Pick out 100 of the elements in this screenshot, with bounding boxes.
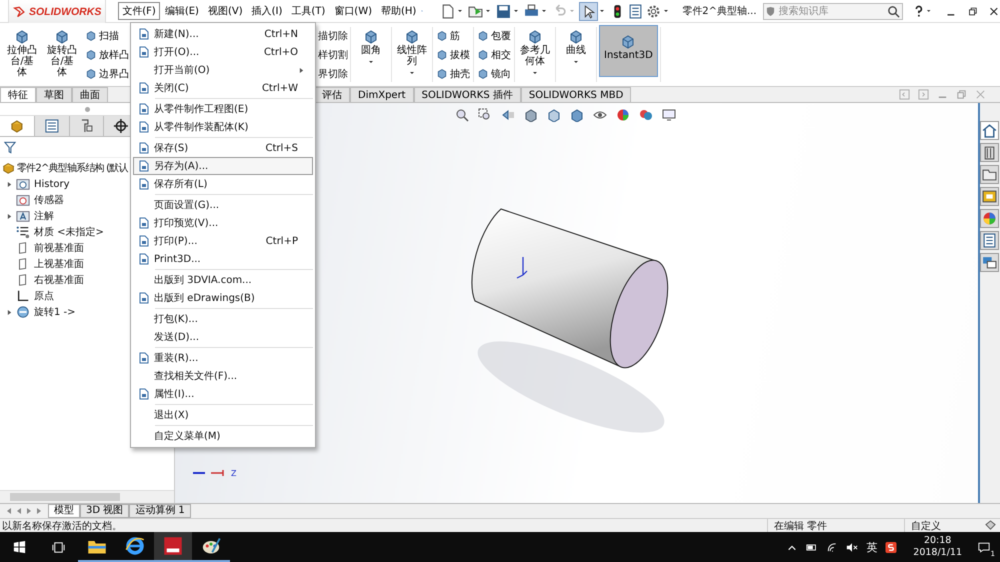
display-style-icon[interactable] — [570, 108, 584, 122]
search-field[interactable]: 搜索知识库 — [762, 2, 903, 20]
view-tab[interactable]: 模型 — [48, 504, 80, 518]
clock[interactable]: 20:18 2018/1/11 — [913, 535, 962, 559]
color-ball-icon[interactable] — [616, 108, 630, 122]
solidworks-logo[interactable]: SOLIDWORKS — [8, 0, 106, 24]
property-list-icon[interactable] — [34, 116, 70, 136]
command-tab[interactable]: 草图 — [36, 87, 72, 102]
caret-icon[interactable] — [409, 70, 415, 76]
scene-icon[interactable] — [639, 108, 653, 122]
ribbon-label[interactable]: 界切除 — [318, 66, 348, 80]
expand-arrow-icon[interactable] — [6, 308, 12, 316]
caret-icon[interactable] — [663, 8, 670, 14]
caret-icon[interactable] — [599, 8, 606, 14]
menu-item[interactable]: 打开当前(O) — [133, 61, 313, 79]
ribbon-button[interactable]: 旋转凸台/基体 — [44, 25, 80, 79]
view-cube-icon[interactable] — [547, 108, 561, 122]
notification-icon[interactable] — [978, 542, 990, 552]
app-tile-icon[interactable] — [163, 536, 183, 556]
splitter-handle[interactable] — [84, 106, 90, 112]
command-tab[interactable]: 特征 — [0, 87, 36, 102]
tree-item[interactable]: 材质 <未指定> — [34, 225, 104, 239]
menu-item[interactable]: 帮助(H) — [377, 2, 420, 20]
tree-item[interactable]: 前视基准面 — [34, 241, 84, 255]
palette-icon[interactable] — [980, 187, 999, 206]
ribbon-button[interactable]: 筋 — [435, 28, 471, 42]
ribbon-button[interactable]: 镜向 — [476, 66, 512, 80]
caret-icon[interactable] — [485, 8, 492, 14]
settings-icon[interactable] — [645, 2, 662, 20]
menu-item[interactable]: 编辑(E) — [160, 2, 203, 20]
ribbon-label[interactable]: 样切割 — [318, 48, 348, 62]
help-icon[interactable] — [912, 4, 924, 18]
menu-item[interactable]: 插入(I) — [248, 2, 286, 20]
folder-icon[interactable] — [980, 165, 999, 184]
menu-item[interactable]: 视图(V) — [204, 2, 247, 20]
ribbon-button[interactable]: 拉伸凸台/基体 — [4, 25, 40, 79]
filter-icon[interactable] — [4, 140, 16, 154]
caret-icon[interactable] — [926, 8, 932, 14]
ribbon-button[interactable]: 边界凸 — [84, 66, 130, 80]
command-tab[interactable]: 曲面 — [72, 87, 108, 102]
search-icon[interactable] — [886, 4, 900, 18]
ribbon-button[interactable]: Instant3D — [599, 25, 658, 77]
custom-properties-icon[interactable] — [980, 231, 999, 250]
command-tab[interactable]: SOLIDWORKS 插件 — [414, 87, 521, 102]
caret-icon[interactable] — [573, 59, 579, 65]
chat-icon[interactable] — [980, 253, 999, 272]
pointer-icon[interactable] — [579, 2, 598, 20]
command-tab[interactable]: DimXpert — [350, 87, 414, 102]
expand-arrow-icon[interactable] — [6, 180, 12, 188]
browser-e-icon[interactable] — [125, 536, 145, 556]
volume-muted-icon[interactable] — [846, 542, 858, 552]
home-icon[interactable] — [980, 121, 999, 140]
menu-item[interactable]: 新建(N)... Ctrl+N — [133, 25, 313, 43]
command-tab[interactable]: SOLIDWORKS MBD — [520, 87, 632, 102]
previous-view-icon[interactable] — [501, 108, 515, 122]
ribbon-label[interactable]: 描切除 — [318, 28, 348, 42]
ribbon-button[interactable]: 包覆 — [476, 28, 512, 42]
tree-item[interactable]: History — [34, 178, 70, 190]
monitor-icon[interactable] — [662, 108, 676, 122]
battery-icon[interactable] — [806, 542, 818, 552]
caret-icon[interactable] — [368, 59, 374, 65]
ribbon-button[interactable]: 曲线 — [558, 25, 594, 57]
ribbon-button[interactable]: 扫描 — [84, 28, 130, 42]
expand-arrow-icon[interactable] — [6, 212, 12, 220]
command-tab[interactable]: 评估 — [314, 87, 350, 102]
library-icon[interactable] — [980, 143, 999, 162]
view-tab[interactable]: 运动算例 1 — [129, 504, 191, 518]
tree-item[interactable]: 旋转1 -> — [34, 305, 76, 319]
input-method-indicator[interactable]: 英 — [866, 540, 878, 554]
save-icon[interactable] — [495, 2, 512, 20]
ribbon-button[interactable]: 相交 — [476, 48, 512, 62]
caret-icon[interactable] — [513, 8, 520, 14]
ribbon-button[interactable]: 放样凸 — [84, 48, 130, 62]
menu-item[interactable]: 工具(T) — [287, 2, 330, 20]
ribbon-button[interactable]: 抽壳 — [435, 66, 471, 80]
tree-item[interactable]: 注解 — [34, 209, 54, 223]
sogou-s-icon[interactable] — [885, 542, 898, 552]
caret-icon[interactable] — [532, 70, 538, 76]
tree-item[interactable]: 零件2^典型轴系结构 (默认 — [17, 161, 128, 175]
wifi-icon[interactable] — [826, 542, 838, 552]
ribbon-button[interactable]: 线性阵列 — [394, 25, 430, 68]
ribbon-button[interactable]: 拔模 — [435, 48, 471, 62]
ribbon-button[interactable]: 参考几何体 — [517, 25, 553, 68]
menu-item[interactable]: 关闭(C) Ctrl+W — [133, 79, 313, 97]
tree-item[interactable]: 原点 — [34, 289, 54, 303]
zoom-area-icon[interactable] — [478, 108, 492, 122]
ribbon-button[interactable]: 圆角 — [353, 25, 389, 57]
section-view-icon[interactable] — [524, 108, 538, 122]
tree-item[interactable]: 右视基准面 — [34, 273, 84, 287]
view-tab[interactable]: 3D 视图 — [80, 504, 130, 518]
zoom-icon[interactable] — [455, 108, 469, 122]
caret-icon[interactable] — [457, 8, 464, 14]
menu-item[interactable]: 窗口(W) — [330, 2, 376, 20]
restore-icon[interactable] — [966, 4, 978, 18]
list-icon[interactable] — [627, 2, 644, 20]
horizontal-scrollbar[interactable] — [0, 490, 174, 503]
menu-item[interactable]: 另存为(A)... — [133, 157, 313, 175]
menu-item[interactable]: 文件(F) — [118, 2, 160, 20]
tree-item[interactable]: 传感器 — [34, 193, 64, 207]
caret-icon[interactable] — [541, 8, 548, 14]
